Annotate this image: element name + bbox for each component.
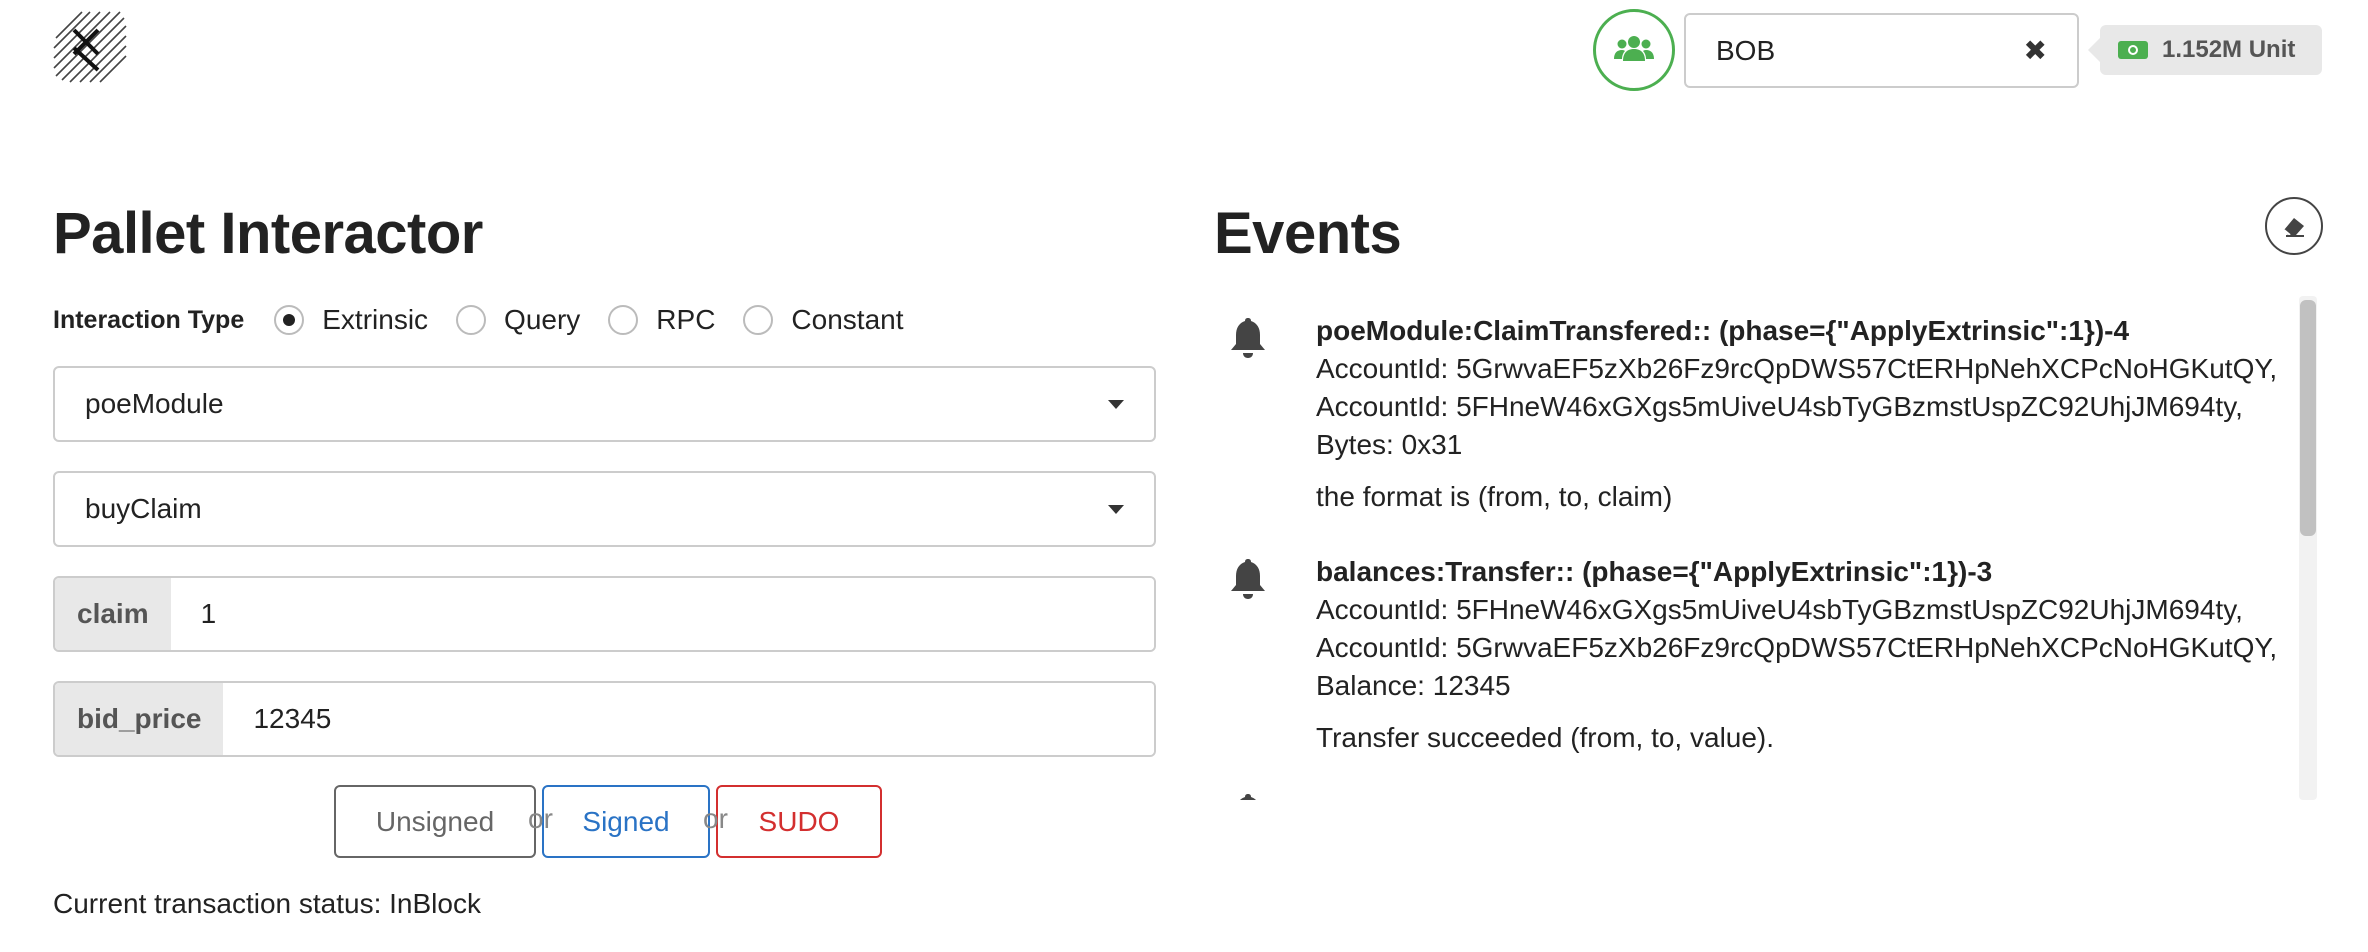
caret-down-icon [1108,504,1124,514]
money-icon [2118,41,2148,59]
interaction-type-label: Interaction Type [53,305,245,334]
radio-label: Constant [791,304,904,335]
scrollbar-thumb[interactable] [2300,300,2316,536]
radio-label: RPC [656,304,716,335]
events-title: Events [1214,201,1402,266]
balance-badge: 1.152M Unit [2088,25,2322,75]
claim-input[interactable] [170,578,1154,650]
sudo-button[interactable]: SUDO [716,785,882,858]
interaction-type-group: Interaction Type Extrinsic Query RPC Con… [53,300,932,340]
transaction-status: Current transaction status: InBlock [53,888,481,919]
radio-constant[interactable]: Constant [743,304,904,336]
accounts-button[interactable] [1593,9,1675,91]
users-icon [1614,34,1654,67]
balance-value: 1.152M Unit [2162,36,2296,63]
bell-icon [1240,794,1256,800]
radio-circle[interactable] [608,305,639,335]
bid-price-input[interactable] [223,683,1154,755]
submit-button-group: Unsigned Signed SUDO [334,785,882,858]
or-separator: or [528,803,553,834]
close-icon[interactable]: ✖ [2024,34,2047,67]
radio-rpc[interactable]: RPC [608,304,715,336]
eraser-icon[interactable] [2265,197,2323,255]
bell-icon [1231,559,1265,599]
event-line: AccountId: 5FHneW46xGXgs5mUiveU4sbTyGBzm… [1316,594,2243,625]
events-feed[interactable]: poeModule:ClaimTransfered:: (phase={"App… [1214,300,2307,800]
event-head: poeModule:ClaimTransfered:: (phase={"App… [1316,315,2130,346]
radio-query[interactable]: Query [456,304,580,336]
radio-label: Query [504,304,581,335]
or-separator: or [703,803,728,834]
call-select-value: buyClaim [85,493,202,524]
radio-label: Extrinsic [322,304,429,335]
radio-circle[interactable] [456,305,487,335]
bell-icon [1231,318,1265,358]
radio-extrinsic[interactable]: Extrinsic [274,304,428,336]
pallet-interactor-title: Pallet Interactor [53,201,483,266]
param-bid-price-label: bid_price [55,683,224,755]
call-select[interactable]: buyClaim [53,471,1156,547]
account-name: BOB [1716,34,1776,66]
event-head: balances:Transfer:: (phase={"ApplyExtrin… [1316,556,1993,587]
event-summary: the format is (from, to, claim) [1316,481,1673,512]
event-line: Bytes: 0x31 [1316,429,1463,460]
param-claim-label: claim [55,578,171,650]
param-claim: claim [53,576,1156,652]
param-bid-price: bid_price [53,681,1156,757]
events-scrollbar[interactable] [2299,296,2317,800]
logo-icon[interactable] [52,8,128,90]
signed-button[interactable]: Signed [542,785,710,858]
module-select-value: poeModule [85,388,224,419]
radio-circle[interactable] [274,305,305,335]
event-line: Balance: 12345 [1316,670,1511,701]
radio-circle[interactable] [743,305,774,335]
module-select[interactable]: poeModule [53,366,1156,442]
event-line: AccountId: 5GrwvaEF5zXb26Fz9rcQpDWS57CtE… [1316,632,2278,663]
unsigned-button[interactable]: Unsigned [334,785,536,858]
event-line: AccountId: 5FHneW46xGXgs5mUiveU4sbTyGBzm… [1316,391,2243,422]
event-summary: Transfer succeeded (from, to, value). [1316,722,1775,753]
caret-down-icon [1108,399,1124,409]
event-line: AccountId: 5GrwvaEF5zXb26Fz9rcQpDWS57CtE… [1316,353,2278,384]
account-select[interactable]: BOB ✖ [1684,13,2079,88]
